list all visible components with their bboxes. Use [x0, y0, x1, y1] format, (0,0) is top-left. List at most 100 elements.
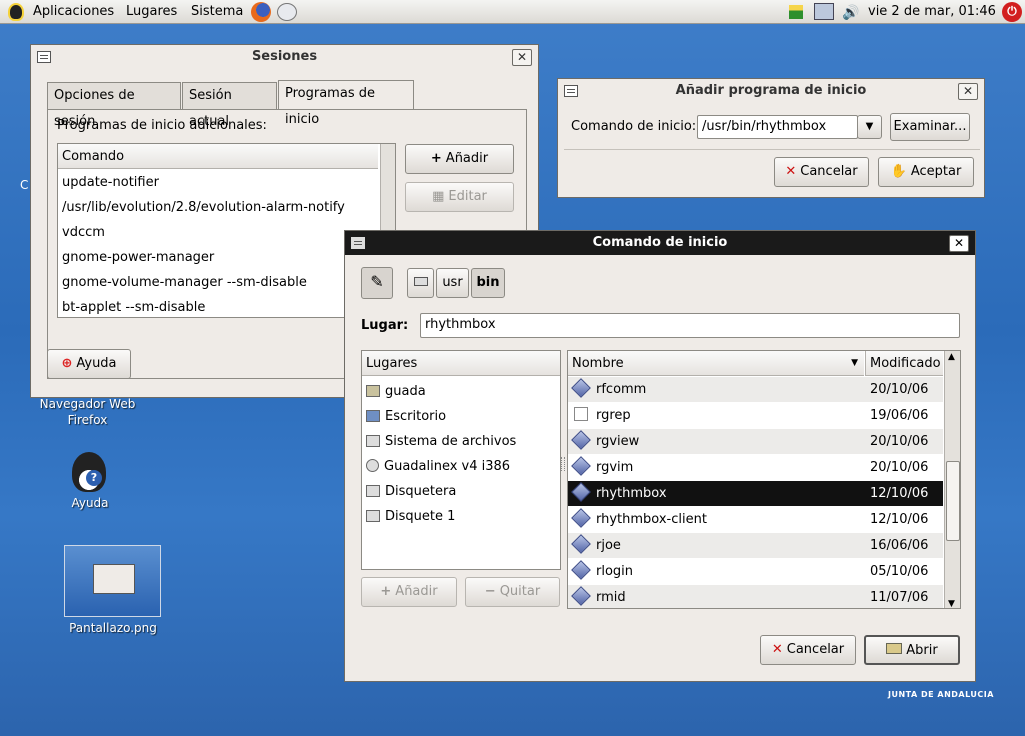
file-row[interactable]: rfcomm 20/10/06 [568, 377, 943, 402]
column-header-comando[interactable]: Comando [58, 144, 378, 169]
floppy-icon [366, 510, 380, 522]
location-input[interactable]: rhythmbox [420, 313, 960, 338]
executable-icon [571, 482, 591, 502]
open-folder-icon [886, 643, 903, 654]
shutdown-icon[interactable]: ⏻ [1002, 2, 1022, 22]
file-row[interactable]: rgrep 19/06/06 [568, 403, 943, 428]
pane-resize-handle[interactable] [561, 457, 565, 471]
desktop-icon-ayuda-label[interactable]: Ayuda [55, 496, 125, 510]
drive-icon [413, 277, 428, 286]
list-item[interactable]: update-notifier [58, 170, 395, 195]
path-root-button[interactable] [407, 268, 434, 298]
open-button[interactable]: Abrir [864, 635, 960, 665]
tab-opciones-sesion[interactable]: Opciones de sesión [47, 82, 181, 129]
home-folder-icon [366, 385, 380, 397]
file-chooser-window: Comando de inicio ✕ ✎ usr bin Lugar: rhy… [344, 230, 976, 682]
desktop-icon-partial[interactable]: C [20, 178, 28, 192]
cancel-button[interactable]: ✕ Cancelar [774, 157, 869, 187]
menu-lugares[interactable]: Lugares [126, 4, 177, 19]
sesiones-title: Sesiones [251, 49, 318, 64]
section-label: Programas de inicio adicionales: [57, 118, 267, 133]
column-header-modificado[interactable]: Modificado [865, 351, 943, 376]
scroll-up-arrow-icon[interactable]: ▲ [948, 352, 955, 362]
script-icon [574, 407, 588, 421]
executable-icon [571, 456, 591, 476]
network-icon[interactable] [814, 3, 834, 20]
plus-icon: + [430, 151, 442, 166]
sesiones-tabs: Opciones de sesión Sesión actual Program… [47, 80, 527, 129]
update-notifier-icon[interactable] [789, 5, 803, 19]
panel-clock[interactable]: vie 2 de mar, 01:46 [868, 4, 996, 19]
file-row-selected[interactable]: rhythmbox 12/10/06 [568, 481, 943, 506]
sort-arrow-icon: ▼ [851, 358, 858, 368]
place-item-filesystem[interactable]: Sistema de archivos [362, 429, 560, 454]
tab-sesion-actual[interactable]: Sesión actual [182, 82, 277, 129]
executable-icon [571, 378, 591, 398]
window-menu-icon[interactable] [564, 85, 578, 97]
remove-bookmark-button[interactable]: − Quitar [465, 577, 560, 607]
places-header[interactable]: Lugares [362, 351, 560, 376]
file-row[interactable]: rlogin 05/10/06 [568, 559, 943, 584]
executable-icon [571, 534, 591, 554]
location-label: Lugar: [361, 318, 409, 333]
places-list[interactable]: Lugares guada Escritorio Sistema de arch… [361, 350, 561, 570]
close-button[interactable]: ✕ [512, 49, 532, 66]
place-item-guada[interactable]: guada [362, 379, 560, 404]
file-chooser-title: Comando de inicio [592, 235, 728, 250]
place-item-cdrom[interactable]: Guadalinex v4 i386 [362, 454, 560, 479]
properties-icon: ▦ [432, 189, 445, 204]
help-desktop-icon[interactable]: ? [72, 452, 106, 492]
window-menu-icon[interactable] [351, 237, 365, 249]
add-bookmark-button[interactable]: + Añadir [361, 577, 457, 607]
scroll-thumb[interactable] [946, 461, 960, 541]
place-item-floppy-drive[interactable]: Disquetera [362, 479, 560, 504]
add-program-button[interactable]: + Añadir [405, 144, 514, 174]
place-item-escritorio[interactable]: Escritorio [362, 404, 560, 429]
cancel-button[interactable]: ✕ Cancelar [760, 635, 856, 665]
accept-button[interactable]: ✋ Aceptar [878, 157, 974, 187]
close-button[interactable]: ✕ [949, 235, 969, 252]
file-row[interactable]: rmid 11/07/06 [568, 585, 943, 608]
junta-andalucia-logo: JUNTA DE ANDALUCIA [888, 690, 994, 699]
harddisk-icon [366, 435, 380, 447]
cancel-x-icon: ✕ [771, 642, 783, 657]
cancel-x-icon: ✕ [785, 164, 797, 179]
desktop-icon-firefox-label[interactable]: Navegador Web Firefox [30, 396, 145, 428]
separator [564, 149, 980, 150]
sesiones-titlebar[interactable]: Sesiones ✕ [31, 45, 538, 69]
path-usr-button[interactable]: usr [436, 268, 469, 298]
mail-launcher-icon[interactable] [277, 3, 297, 21]
window-menu-icon[interactable] [37, 51, 51, 63]
scroll-down-arrow-icon[interactable]: ▼ [948, 599, 955, 608]
add-program-titlebar[interactable]: Añadir programa de inicio ✕ [558, 79, 984, 103]
file-row[interactable]: rgvim 20/10/06 [568, 455, 943, 480]
files-scrollbar[interactable]: ▲ ▼ [944, 351, 960, 608]
help-button[interactable]: ⊕ Ayuda [47, 349, 131, 379]
file-row[interactable]: rgview 20/10/06 [568, 429, 943, 454]
gnome-foot-icon[interactable] [8, 3, 24, 21]
path-bin-button[interactable]: bin [471, 268, 505, 298]
lifebuoy-icon: ⊕ [61, 356, 73, 371]
menu-sistema[interactable]: Sistema [191, 4, 243, 19]
add-program-title: Añadir programa de inicio [675, 83, 867, 98]
close-button[interactable]: ✕ [958, 83, 978, 100]
file-row[interactable]: rhythmbox-client 12/10/06 [568, 507, 943, 532]
edit-program-button[interactable]: ▦ Editar [405, 182, 514, 212]
floppy-drive-icon [366, 485, 380, 497]
file-chooser-titlebar[interactable]: Comando de inicio ✕ [345, 231, 975, 255]
list-item[interactable]: /usr/lib/evolution/2.8/evolution-alarm-n… [58, 195, 395, 220]
file-row[interactable]: rjoe 16/06/06 [568, 533, 943, 558]
place-item-floppy[interactable]: Disquete 1 [362, 504, 560, 529]
column-header-nombre[interactable]: Nombre ▼ [568, 351, 864, 376]
tab-programas-inicio[interactable]: Programas de inicio [278, 80, 414, 127]
desktop-icon-pantallazo-label[interactable]: Pantallazo.png [55, 621, 171, 635]
command-combo-entry[interactable]: /usr/bin/rhythmbox [697, 115, 858, 139]
volume-icon[interactable]: 🔊 [842, 5, 859, 21]
firefox-launcher-icon[interactable] [251, 2, 271, 22]
files-list[interactable]: Nombre ▼ Modificado rfcomm 20/10/06 rgrep… [567, 350, 961, 609]
combo-dropdown-button[interactable]: ▼ [857, 115, 882, 139]
browse-button[interactable]: Examinar... [890, 113, 970, 141]
screenshot-thumbnail-icon[interactable] [64, 545, 161, 617]
type-location-toggle[interactable]: ✎ [361, 267, 393, 299]
menu-aplicaciones[interactable]: Aplicaciones [33, 4, 114, 19]
